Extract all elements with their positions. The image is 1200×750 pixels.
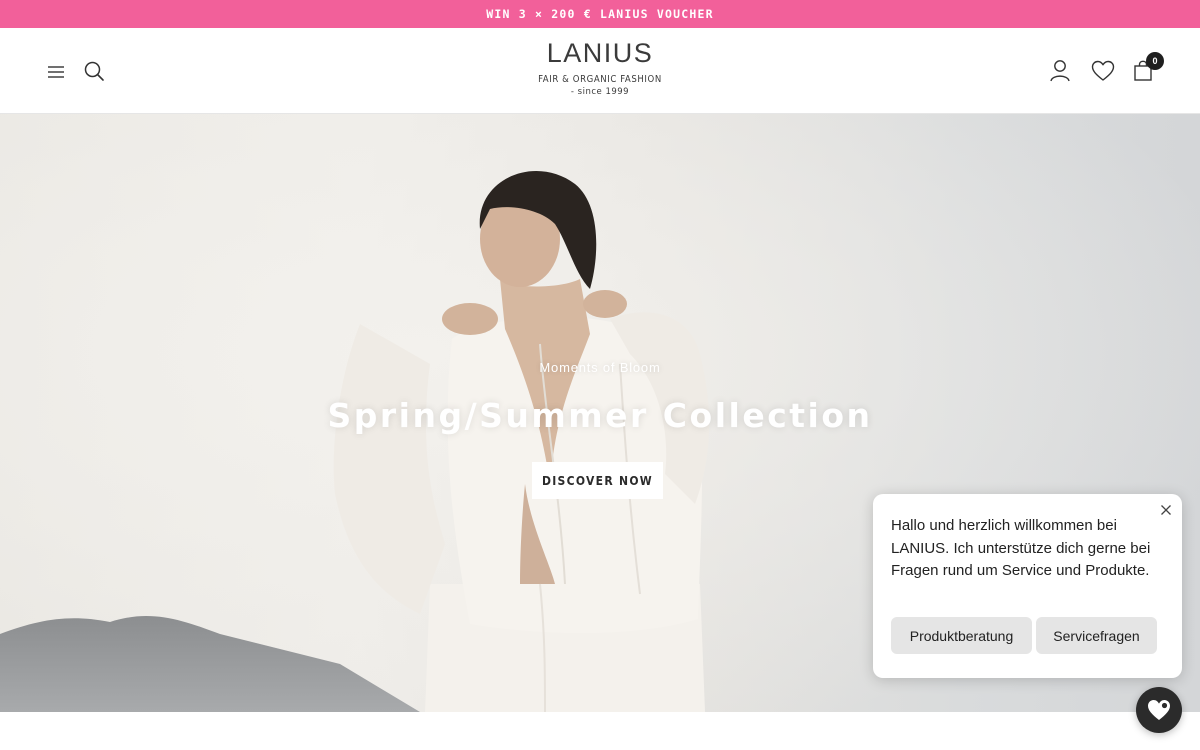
wishlist-button[interactable] <box>1089 58 1117 84</box>
content-below-hero <box>0 712 1200 750</box>
announcement-text: WIN 3 × 200 € LANIUS VOUCHER <box>486 7 714 21</box>
chat-heart-icon <box>1148 700 1170 720</box>
hero-title: Spring/Summer Collection <box>327 396 873 435</box>
heart-icon <box>1091 60 1115 81</box>
site-header: LANIUS FAIR & ORGANIC FASHION - since 19… <box>0 28 1200 114</box>
account-button[interactable] <box>1047 58 1073 84</box>
logo-since: - since 1999 <box>570 87 630 97</box>
cart-count-badge: 0 <box>1146 52 1164 70</box>
search-button[interactable] <box>82 59 106 83</box>
logo-tagline: FAIR & ORGANIC FASHION <box>538 74 662 85</box>
hero-kicker: Moments of Bloom <box>539 360 661 375</box>
site-logo[interactable]: LANIUS FAIR & ORGANIC FASHION - since 19… <box>500 38 700 104</box>
discover-now-button[interactable]: DISCOVER NOW <box>532 462 663 499</box>
chat-welcome-message: Hallo und herzlich willkommen bei LANIUS… <box>891 517 1151 579</box>
chat-launcher-button[interactable] <box>1136 687 1182 733</box>
service-questions-button[interactable]: Servicefragen <box>1036 617 1157 654</box>
menu-icon <box>48 66 64 78</box>
chat-welcome-popup: Hallo und herzlich willkommen bei LANIUS… <box>873 494 1182 678</box>
logo-wordmark: LANIUS <box>546 38 654 68</box>
search-icon <box>84 61 104 81</box>
product-advice-button[interactable]: Produktberatung <box>891 617 1032 654</box>
announcement-bar[interactable]: WIN 3 × 200 € LANIUS VOUCHER <box>0 0 1200 28</box>
account-icon <box>1050 60 1070 82</box>
close-icon <box>1161 505 1171 515</box>
chat-close-button[interactable] <box>1158 502 1174 518</box>
menu-button[interactable] <box>44 60 68 84</box>
